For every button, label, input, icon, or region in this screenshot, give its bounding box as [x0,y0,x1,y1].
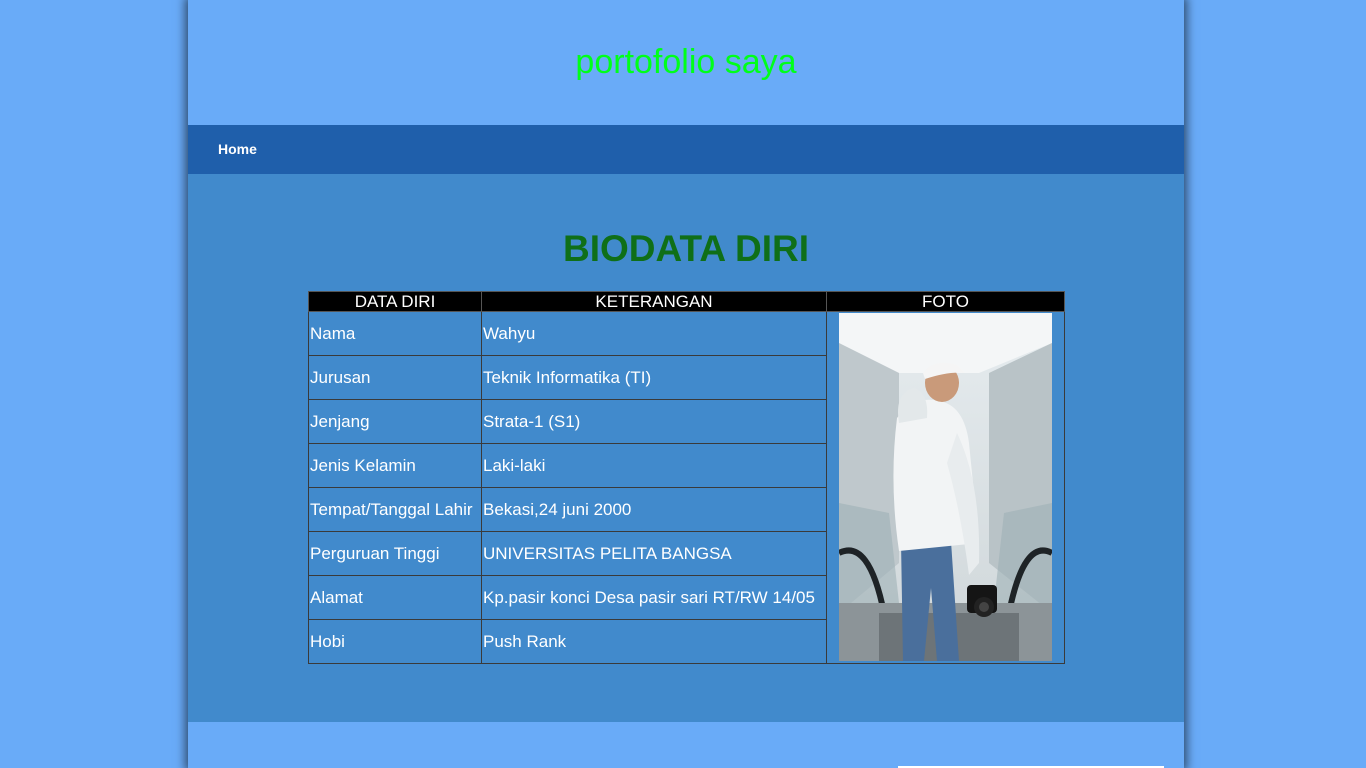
navbar: Home [188,125,1184,174]
biodata-table: DATA DIRI KETERANGAN FOTO Nama Wahyu Jur… [308,291,1065,664]
page-container: portofolio saya Home BIODATA DIRI DATA D… [188,0,1184,768]
field-value: Push Rank [481,619,827,664]
field-label: Jenjang [308,399,482,444]
field-label: Alamat [308,575,482,620]
profile-photo [839,313,1052,661]
field-label: Hobi [308,619,482,664]
field-value: UNIVERSITAS PELITA BANGSA [481,531,827,576]
field-value: Laki-laki [481,443,827,488]
field-label: Perguruan Tinggi [308,531,482,576]
field-value: Kp.pasir konci Desa pasir sari RT/RW 14/… [481,575,827,620]
field-value: Wahyu [481,311,827,356]
site-header: portofolio saya [188,0,1184,125]
photo-cell [826,311,1065,664]
nav-home-link[interactable]: Home [218,140,257,158]
content-section: BIODATA DIRI DATA DIRI KETERANGAN FOTO N… [188,174,1184,722]
field-label: Tempat/Tanggal Lahir [308,487,482,532]
field-value: Teknik Informatika (TI) [481,355,827,400]
column-header-data-diri: DATA DIRI [308,291,482,312]
column-header-keterangan: KETERANGAN [481,291,827,312]
field-label: Jurusan [308,355,482,400]
footer [188,722,1184,768]
site-title: portofolio saya [575,43,797,81]
column-header-foto: FOTO [826,291,1065,312]
field-value: Bekasi,24 juni 2000 [481,487,827,532]
field-label: Jenis Kelamin [308,443,482,488]
field-label: Nama [308,311,482,356]
field-value: Strata-1 (S1) [481,399,827,444]
table-header-row: DATA DIRI KETERANGAN FOTO [308,291,1065,312]
table-row: Nama Wahyu [308,311,1065,664]
section-title: BIODATA DIRI [563,228,809,269]
